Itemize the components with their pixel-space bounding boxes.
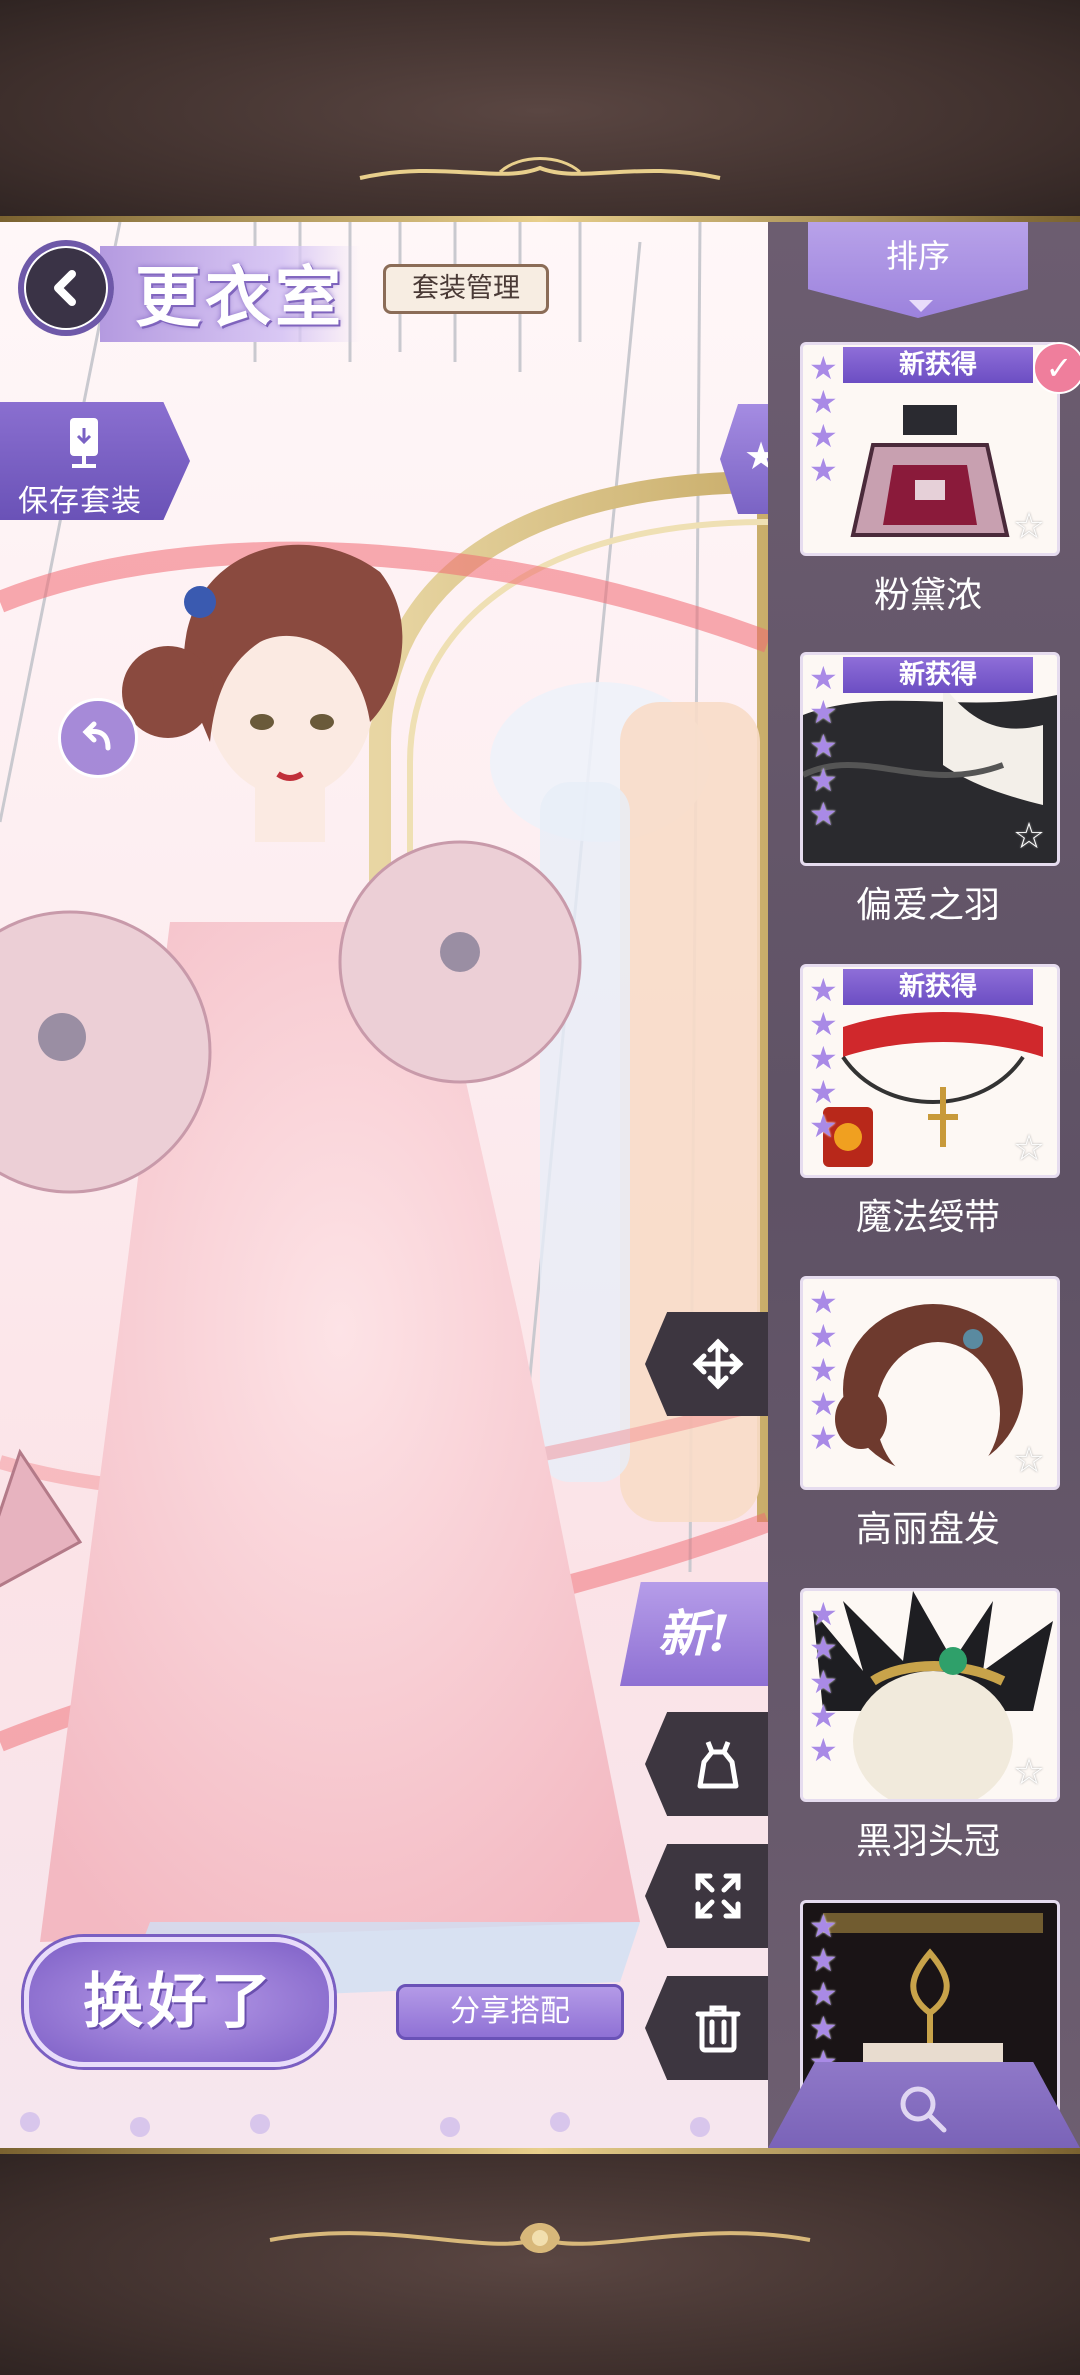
rarity-star-icon: ★: [809, 417, 838, 455]
rarity-star-icon: ★: [809, 1283, 838, 1321]
search-icon: [900, 2086, 947, 2133]
new-badge: 新获得: [843, 969, 1033, 1005]
rarity-stars: ★★★★★: [809, 973, 838, 1143]
top-frame: [0, 0, 1080, 222]
suit-manage-button[interactable]: 套装管理: [383, 264, 549, 314]
new-items-button[interactable]: 新!: [620, 1582, 768, 1686]
item-name: 黑羽头冠: [855, 1821, 1000, 1862]
item-name: 粉黛浓: [873, 575, 982, 616]
rarity-star-icon: ★: [809, 1351, 838, 1389]
undo-button[interactable]: [58, 698, 138, 778]
rarity-star-icon: ★: [809, 693, 838, 731]
rarity-star-icon: ★: [809, 1039, 838, 1077]
item-name: 高丽盘发: [855, 1509, 1000, 1550]
sort-arrow-icon: [909, 300, 933, 312]
item-card[interactable]: ★ ★ ★ ★ 新获得 ☆: [800, 342, 1060, 556]
save-suit-label: 保存套装: [18, 484, 142, 519]
rarity-star-icon: ★: [809, 1731, 838, 1769]
rarity-star-icon: ★: [809, 1697, 838, 1735]
rarity-star-icon: ★: [809, 1663, 838, 1701]
rarity-star-icon: ★: [809, 971, 838, 1009]
move-button[interactable]: [645, 1312, 768, 1416]
sort-label: 排序: [885, 237, 950, 275]
rarity-star-icon: ★: [809, 659, 838, 697]
rarity-star-icon: ★: [809, 2009, 838, 2047]
selected-check-icon: ✓: [1033, 342, 1080, 394]
fullscreen-button[interactable]: [645, 1844, 768, 1948]
rarity-star-icon: ★: [809, 727, 838, 765]
dress-form-icon: [70, 418, 98, 468]
new-badge: 新获得: [843, 657, 1033, 693]
favorite-star-icon[interactable]: ☆: [1009, 507, 1049, 547]
wardrobe-item[interactable]: ★ ★ ★ ★ ★ 新获得 ☆ 偏爱之羽: [800, 652, 1060, 928]
rarity-star-icon: ★: [809, 1975, 838, 2013]
chevron-left-icon: [54, 270, 76, 306]
top-ornament: [359, 157, 721, 180]
back-button[interactable]: [18, 240, 114, 336]
item-card[interactable]: ★★★★★☆: [800, 1588, 1060, 1802]
rarity-star-icon: ★: [809, 1005, 838, 1043]
done-button[interactable]: 换好了: [24, 1937, 334, 2067]
page-title: 更衣室: [135, 258, 345, 336]
rarity-star-icon: ★: [809, 349, 838, 387]
wardrobe-panel: 排序 ★ ★ ★ ★ 新获得 ☆ ✓ 粉黛浓 ★ ★ ★ ★ ★ 新获得 ☆ 偏爱之羽 ★ ★ ★ ★ ★ 新获得 ☆ 魔法绶…: [768, 222, 1080, 2148]
expand-icon: [695, 1873, 740, 1919]
favorite-star-icon[interactable]: ☆: [1009, 1129, 1049, 1169]
bottom-frame: [0, 2148, 1080, 2375]
search-button[interactable]: [768, 2062, 1080, 2148]
delete-button[interactable]: [645, 1976, 768, 2080]
rarity-star-icon: ★: [809, 1941, 838, 1979]
item-name: 魔法绶带: [855, 1197, 1000, 1238]
dress-icon: [697, 1741, 738, 1789]
rarity-stars: ★★★★★: [809, 1909, 838, 2079]
rarity-star-icon: ★: [809, 1385, 838, 1423]
wardrobe-item[interactable]: ★ ★ ★ ★ 新获得 ☆ ✓ 粉黛浓: [800, 342, 1080, 618]
rarity-stars: ★★★★★: [809, 661, 838, 831]
rarity-star-icon: ★: [809, 1073, 838, 1111]
wardrobe-item[interactable]: ★ ★ ★ ★ ★ ☆ 高丽盘发: [800, 1276, 1060, 1552]
rarity-stars: ★ ★ ★ ★: [809, 351, 838, 487]
star-icon: ★: [744, 434, 768, 478]
rarity-stars: ★★★★★: [809, 1597, 838, 1767]
rarity-star-icon: ★: [809, 1595, 838, 1633]
rarity-star-icon: ★: [809, 1107, 838, 1145]
favorite-star-icon[interactable]: ☆: [1009, 1441, 1049, 1481]
rarity-star-icon: ★: [809, 1907, 838, 1945]
rarity-star-icon: ★: [809, 1419, 838, 1457]
rarity-star-icon: ★: [809, 1629, 838, 1667]
item-card[interactable]: ★ ★ ★ ★ ★ 新获得 ☆: [800, 964, 1060, 1178]
outfit-button[interactable]: [645, 1712, 768, 1816]
rarity-stars: ★★★★★: [809, 1285, 838, 1455]
rarity-star-icon: ★: [809, 451, 838, 489]
wardrobe-item[interactable]: ★ ★ ★ ★ ★ ☆ 黑羽头冠: [800, 1588, 1060, 1864]
new-badge: 新获得: [843, 347, 1033, 383]
rarity-star-icon: ★: [809, 383, 838, 421]
item-card[interactable]: ★ ★ ★ ★ ★ 新获得 ☆: [800, 652, 1060, 866]
favorite-star-icon[interactable]: ☆: [1009, 1753, 1049, 1793]
wardrobe-item[interactable]: ★ ★ ★ ★ ★ 新获得 ☆ 魔法绶带: [800, 964, 1060, 1240]
dressing-stage: 更衣室 套装管理 保存套装 ★ 新! 换好了 分享搭配: [0, 222, 768, 2148]
item-name: 偏爱之羽: [855, 885, 1000, 926]
item-card[interactable]: ★★★★★☆: [800, 1276, 1060, 1490]
trash-icon: [695, 2005, 740, 2053]
move-icon: [691, 1338, 744, 1390]
favorite-star-icon[interactable]: ☆: [1009, 817, 1049, 857]
bottom-ornament: [269, 2223, 811, 2253]
undo-arrow-icon: [82, 721, 111, 751]
rarity-star-icon: ★: [809, 795, 838, 833]
save-suit-button[interactable]: 保存套装: [0, 402, 190, 520]
rarity-star-icon: ★: [809, 761, 838, 799]
share-outfit-button[interactable]: 分享搭配: [396, 1984, 624, 2040]
rarity-star-icon: ★: [809, 1317, 838, 1355]
